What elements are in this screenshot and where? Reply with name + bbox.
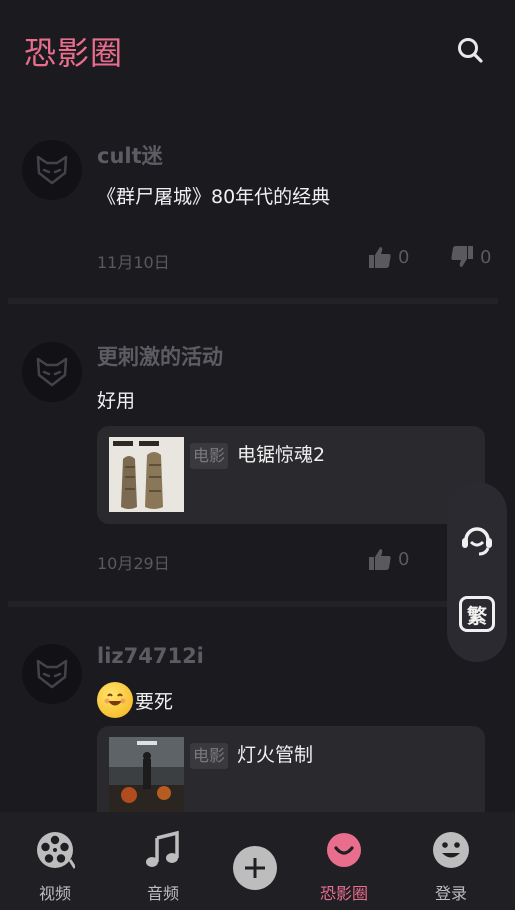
headset-smile-icon	[462, 527, 492, 556]
cat-avatar-icon	[36, 357, 68, 387]
avatar[interactable]	[22, 644, 82, 704]
customer-service-button[interactable]	[457, 519, 497, 559]
post[interactable]: liz74712i 要死 电影 灯火管制	[0, 602, 515, 812]
add-post-button[interactable]	[233, 846, 277, 890]
like-button[interactable]: 0	[368, 547, 409, 571]
search-icon	[458, 38, 483, 63]
tab-circle[interactable]: 恐影圈	[299, 812, 389, 910]
thumbs-up-icon	[369, 549, 391, 570]
cat-avatar-icon	[36, 659, 68, 689]
post-username[interactable]: cult迷	[97, 140, 163, 170]
post[interactable]: 更刺激的活动 好用 电影 电锯惊魂2 10月29日 0	[0, 302, 515, 607]
traditional-chinese-label: 繁	[467, 603, 487, 628]
post-date: 11月10日	[97, 253, 170, 272]
post-username[interactable]: 更刺激的活动	[97, 341, 223, 371]
post-content: 要死	[97, 682, 173, 718]
tab-label: 登录	[434, 884, 467, 903]
search-button[interactable]	[454, 34, 486, 66]
avatar[interactable]	[22, 342, 82, 402]
tab-label: 音频	[146, 884, 179, 903]
movie-poster	[109, 737, 184, 812]
feed[interactable]: cult迷 《群尸屠城》80年代的经典 11月10日 0 0 更刺激的活动 好用…	[0, 100, 515, 812]
like-count: 0	[398, 246, 410, 268]
thumbs-up-icon	[369, 247, 391, 268]
music-note-icon	[146, 830, 179, 867]
movie-card[interactable]: 电影 电锯惊魂2	[97, 426, 485, 524]
cat-avatar-icon	[36, 155, 68, 185]
tab-label: 恐影圈	[319, 884, 368, 903]
tab-video[interactable]: 视频	[10, 812, 100, 910]
like-count: 0	[398, 548, 410, 570]
floating-tool-panel: 繁	[447, 482, 507, 662]
app-title: 恐影圈	[24, 34, 124, 72]
movie-title: 灯火管制	[237, 744, 314, 766]
film-reel-icon	[37, 832, 75, 869]
header: 恐影圈	[0, 0, 515, 100]
post-content: 《群尸屠城》80年代的经典	[97, 186, 331, 208]
smiling-emoji-icon	[97, 682, 133, 718]
movie-card[interactable]: 电影 灯火管制	[97, 726, 485, 812]
traditional-chinese-icon: 繁	[459, 596, 495, 632]
traditional-chinese-button[interactable]: 繁	[457, 594, 497, 634]
thumbs-down-icon	[451, 246, 473, 267]
dislike-button[interactable]: 0	[450, 245, 491, 269]
dislike-count: 0	[480, 246, 492, 268]
post-username[interactable]: liz74712i	[97, 644, 204, 668]
avatar[interactable]	[22, 140, 82, 200]
post-date: 10月29日	[97, 554, 170, 573]
tab-label: 视频	[38, 884, 71, 903]
post[interactable]: cult迷 《群尸屠城》80年代的经典 11月10日 0 0	[0, 100, 515, 304]
tab-login[interactable]: 登录	[406, 812, 496, 910]
bottom-tab-bar: 视频 音频 恐影圈 登录	[0, 812, 515, 910]
movie-type-badge: 电影	[190, 743, 229, 769]
add-icon	[245, 858, 265, 878]
chat-bubble-icon	[327, 833, 361, 867]
movie-poster	[109, 437, 184, 512]
movie-type-badge: 电影	[190, 443, 229, 469]
smiley-face-icon	[433, 832, 469, 868]
post-text: 要死	[135, 690, 174, 713]
like-button[interactable]: 0	[368, 245, 409, 269]
movie-title: 电锯惊魂2	[237, 444, 326, 466]
post-content: 好用	[97, 390, 136, 412]
tab-audio[interactable]: 音频	[118, 812, 208, 910]
